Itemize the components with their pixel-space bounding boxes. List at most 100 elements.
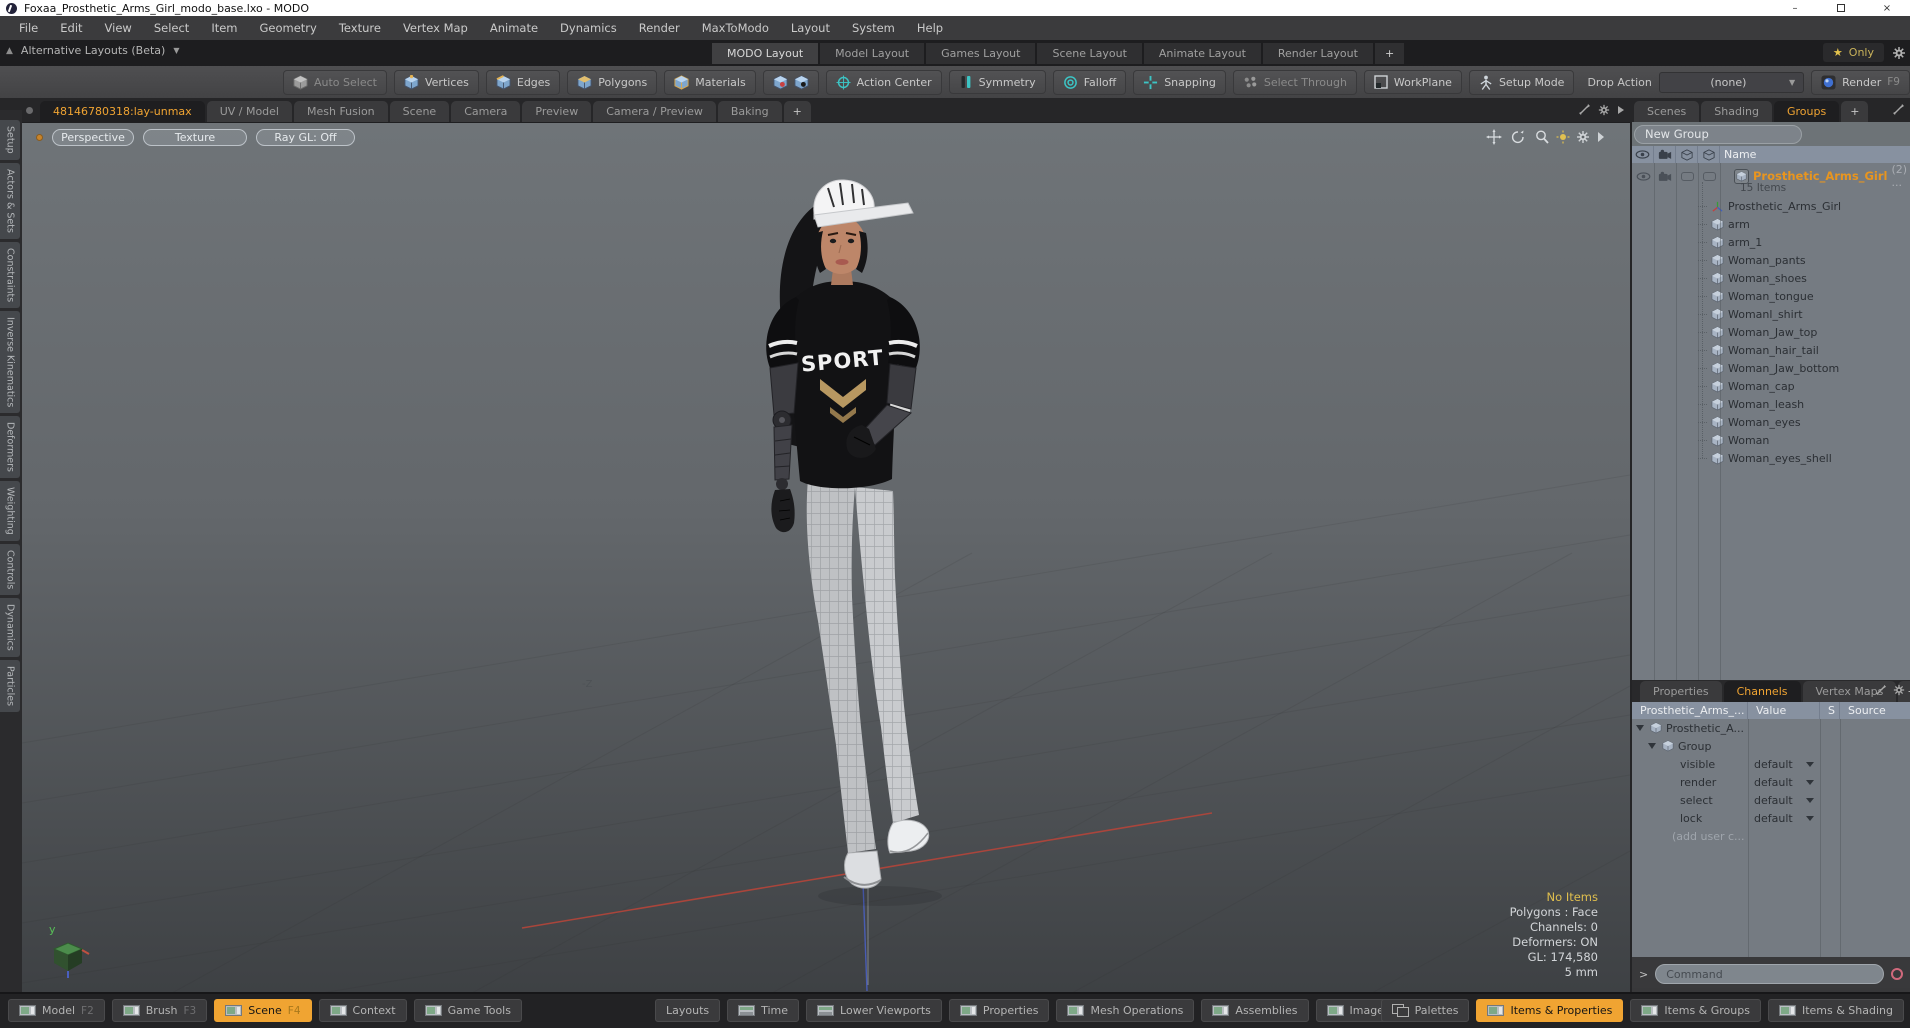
- menu-maxtomodo[interactable]: MaxToModo: [691, 21, 780, 35]
- only-button[interactable]: ★ Only: [1822, 43, 1884, 62]
- menu-render[interactable]: Render: [628, 21, 691, 35]
- side-tab-actors-sets[interactable]: Actors & Sets: [0, 162, 20, 239]
- record-icon[interactable]: [1891, 968, 1903, 980]
- snapping-button[interactable]: Snapping: [1133, 69, 1226, 95]
- materials-button[interactable]: Materials: [664, 69, 756, 95]
- channels-source-header[interactable]: Source: [1840, 702, 1910, 719]
- group-item[interactable]: Woman_eyes: [1632, 413, 1910, 431]
- menu-vertex-map[interactable]: Vertex Map: [392, 21, 479, 35]
- channel-group-row[interactable]: Group: [1632, 737, 1910, 755]
- group-item[interactable]: Woman_Jaw_bottom: [1632, 359, 1910, 377]
- viewport-tab-active[interactable]: 48146780318:lay-unmax: [40, 101, 205, 122]
- add-layout-tab-button[interactable]: +: [1374, 43, 1405, 64]
- side-tab-controls[interactable]: Controls: [0, 543, 20, 596]
- side-tab-deformers[interactable]: Deformers: [0, 416, 20, 479]
- side-tab-constraints[interactable]: Constraints: [0, 241, 20, 308]
- channels-s-header[interactable]: S: [1820, 702, 1840, 719]
- gear-icon[interactable]: [1893, 684, 1905, 696]
- group-item[interactable]: Woman: [1632, 431, 1910, 449]
- workplane-button[interactable]: WorkPlane: [1363, 70, 1462, 94]
- channel-root-row[interactable]: Prosthetic_A...: [1632, 719, 1910, 737]
- add-panel-tab-button[interactable]: +: [1841, 101, 1869, 122]
- group-checkbox-1[interactable]: [1676, 171, 1698, 181]
- tab-properties[interactable]: Properties: [1640, 681, 1722, 702]
- layouts-button[interactable]: Layouts: [655, 999, 721, 1022]
- items-groups-button[interactable]: Items & Groups: [1630, 999, 1761, 1022]
- group-item[interactable]: Woman_leash: [1632, 395, 1910, 413]
- channels-value-header[interactable]: Value: [1748, 702, 1820, 719]
- menu-animate[interactable]: Animate: [479, 21, 549, 35]
- group-item[interactable]: Woman_shoes: [1632, 269, 1910, 287]
- drop-action-dropdown[interactable]: (none) ▼: [1658, 71, 1805, 93]
- menu-item[interactable]: Item: [200, 21, 248, 35]
- tab-model-layout[interactable]: Model Layout: [820, 43, 925, 64]
- maximize-button[interactable]: [1818, 0, 1864, 16]
- scene-mode-button[interactable]: Scene F4: [214, 999, 312, 1022]
- perspective-button[interactable]: Perspective: [52, 129, 134, 146]
- viewport-tab-camera[interactable]: Camera: [451, 101, 521, 122]
- group-item[interactable]: Woman_Jaw_top: [1632, 323, 1910, 341]
- viewport-tab-preview[interactable]: Preview: [522, 101, 592, 122]
- menu-help[interactable]: Help: [906, 21, 954, 35]
- tab-channels[interactable]: Channels: [1723, 681, 1801, 702]
- symmetry-button[interactable]: Symmetry: [948, 70, 1046, 94]
- axis-gizmo[interactable]: y: [46, 921, 92, 979]
- panel-grip-dot[interactable]: [26, 107, 33, 114]
- menu-edit[interactable]: Edit: [49, 21, 93, 35]
- channel-row-lock[interactable]: lock default: [1632, 809, 1910, 827]
- menu-system[interactable]: System: [841, 21, 906, 35]
- model-mode-button[interactable]: Model F2: [8, 999, 105, 1022]
- items-properties-button[interactable]: Items & Properties: [1476, 999, 1624, 1022]
- side-tab-inverse-kinematics[interactable]: Inverse Kinematics: [0, 310, 20, 414]
- falloff-button[interactable]: Falloff: [1052, 69, 1127, 95]
- render-column-header[interactable]: [1654, 146, 1676, 163]
- expander-icon[interactable]: [1648, 743, 1656, 749]
- tab-modo-layout[interactable]: MODO Layout: [712, 43, 819, 64]
- alternative-layouts-dropdown[interactable]: ▲ Alternative Layouts (Beta) ▼: [6, 44, 180, 57]
- expand-icon[interactable]: [1875, 684, 1887, 696]
- setup-mode-button[interactable]: Setup Mode: [1468, 69, 1575, 95]
- action-center-button[interactable]: Action Center: [825, 69, 942, 95]
- 3d-viewport[interactable]: SPORT -Z Perspective Texture Ray GL: Off…: [22, 122, 1630, 992]
- viewport-menu-dot[interactable]: [36, 134, 43, 141]
- layout-gear-icon[interactable]: [1892, 46, 1906, 60]
- group-item[interactable]: Womanl_shirt: [1632, 305, 1910, 323]
- side-tab-weighting[interactable]: Weighting: [0, 481, 20, 541]
- tab-scenes[interactable]: Scenes: [1634, 101, 1700, 122]
- properties-button[interactable]: Properties: [948, 999, 1050, 1022]
- lower-viewports-button[interactable]: Lower Viewports: [806, 999, 942, 1022]
- select-through-button[interactable]: Select Through: [1232, 69, 1357, 95]
- context-mode-button[interactable]: Context: [318, 999, 407, 1022]
- items-shading-button[interactable]: Items & Shading: [1767, 999, 1904, 1022]
- time-button[interactable]: Time: [727, 999, 800, 1022]
- group-item[interactable]: Woman_pants: [1632, 251, 1910, 269]
- name-column-header[interactable]: Name: [1720, 148, 1910, 161]
- viewport-tab-camera-preview[interactable]: Camera / Preview: [593, 101, 716, 122]
- edges-button[interactable]: Edges: [485, 69, 561, 95]
- channel-value-dropdown[interactable]: default: [1748, 794, 1820, 807]
- menu-dynamics[interactable]: Dynamics: [549, 21, 628, 35]
- menu-layout[interactable]: Layout: [780, 21, 841, 35]
- channel-value-dropdown[interactable]: default: [1748, 812, 1820, 825]
- render-button[interactable]: Render F9: [1811, 69, 1910, 95]
- side-tab-dynamics[interactable]: Dynamics: [0, 598, 20, 658]
- command-input[interactable]: [1655, 964, 1884, 984]
- expander-icon[interactable]: [1636, 725, 1644, 731]
- viewport-nav-icons[interactable]: [1484, 129, 1606, 145]
- selection-set-buttons[interactable]: [762, 69, 819, 95]
- tab-animate-layout[interactable]: Animate Layout: [1143, 43, 1261, 64]
- channel-row-select[interactable]: select default: [1632, 791, 1910, 809]
- channel-row-render[interactable]: render default: [1632, 773, 1910, 791]
- visibility-column-header[interactable]: [1632, 146, 1654, 163]
- menu-select[interactable]: Select: [143, 21, 200, 35]
- polygons-button[interactable]: Polygons: [567, 69, 658, 95]
- tab-shading[interactable]: Shading: [1701, 101, 1772, 122]
- gear-icon[interactable]: [1598, 104, 1610, 116]
- right-panel-expand-icon[interactable]: [1892, 103, 1905, 116]
- texture-button[interactable]: Texture: [143, 129, 247, 146]
- viewport-tab-baking[interactable]: Baking: [717, 101, 782, 122]
- tab-render-layout[interactable]: Render Layout: [1262, 43, 1373, 64]
- assemblies-button[interactable]: Assemblies: [1201, 999, 1309, 1022]
- group-checkbox-2[interactable]: [1698, 171, 1720, 181]
- chevron-right-icon[interactable]: [1617, 105, 1625, 115]
